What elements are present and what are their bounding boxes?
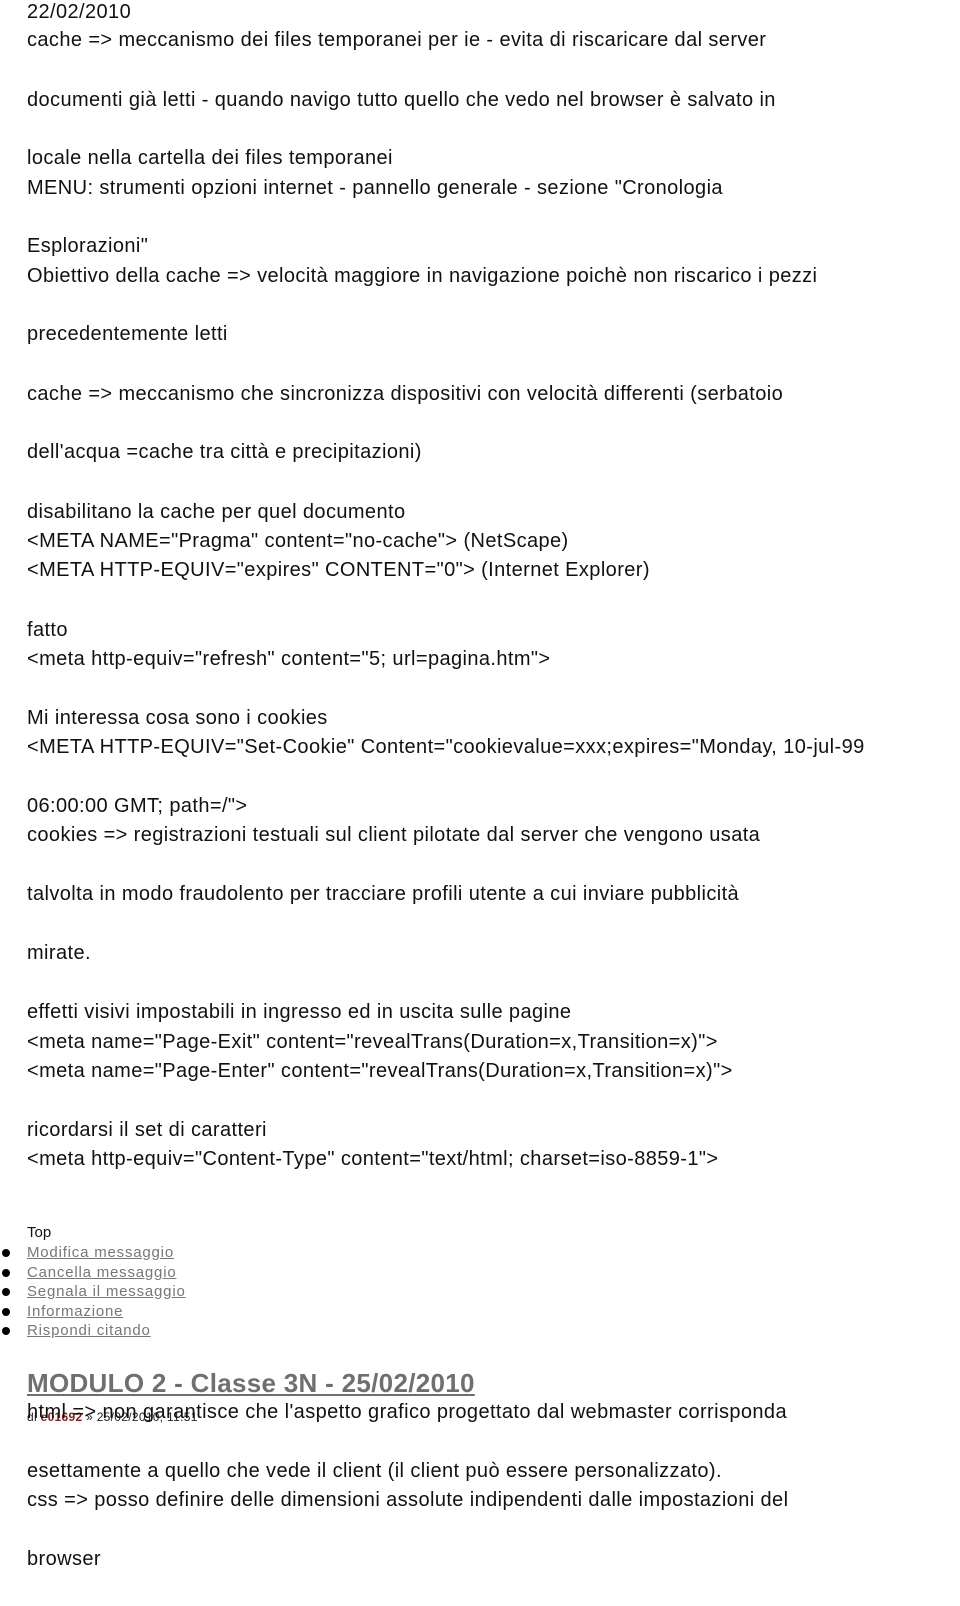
text-line: <meta http-equiv="Content-Type" content=… bbox=[27, 1148, 719, 1170]
text-line: documenti già letti - quando navigo tutt… bbox=[27, 89, 776, 111]
text-line: precedentemente letti bbox=[27, 323, 228, 345]
bullet-icon bbox=[2, 1307, 10, 1316]
top-link[interactable]: Top bbox=[27, 1224, 51, 1241]
text-line: esettamente a quello che vede il client … bbox=[27, 1460, 722, 1482]
text-line: Esplorazioni" bbox=[27, 235, 149, 257]
text-line: <META NAME="Pragma" content="no-cache"> … bbox=[27, 530, 569, 552]
action-item-info: Informazione bbox=[0, 1302, 186, 1322]
text-line: dell'acqua =cache tra città e precipitaz… bbox=[27, 441, 422, 463]
text-line: cache => meccanismo che sincronizza disp… bbox=[27, 383, 784, 405]
text-line: cookies => registrazioni testuali sul cl… bbox=[27, 824, 761, 846]
text-line: mirate. bbox=[27, 942, 91, 964]
text-line: 22/02/2010 bbox=[27, 1, 132, 23]
report-message-link[interactable]: Segnala il messaggio bbox=[27, 1283, 186, 1300]
delete-message-link[interactable]: Cancella messaggio bbox=[27, 1264, 176, 1281]
action-item-quote: Rispondi citando bbox=[0, 1321, 186, 1341]
reply-quote-link[interactable]: Rispondi citando bbox=[27, 1322, 151, 1339]
text-line: <meta name="Page-Exit" content="revealTr… bbox=[27, 1031, 718, 1053]
text-line: <meta http-equiv="refresh" content="5; u… bbox=[27, 648, 551, 670]
bullet-icon bbox=[2, 1288, 10, 1296]
text-line: effetti visivi impostabili in ingresso e… bbox=[27, 1001, 572, 1023]
text-line: ricordarsi il set di caratteri bbox=[27, 1119, 267, 1141]
text-line: disabilitano la cache per quel documento bbox=[27, 501, 406, 523]
text-line: <META HTTP-EQUIV="expires" CONTENT="0"> … bbox=[27, 559, 650, 581]
info-link[interactable]: Informazione bbox=[27, 1303, 123, 1320]
text-line: browser bbox=[27, 1548, 101, 1570]
text-line: <META HTTP-EQUIV="Set-Cookie" Content="c… bbox=[27, 736, 865, 758]
text-line: talvolta in modo fraudolento per traccia… bbox=[27, 883, 740, 905]
post-title-link[interactable]: MODULO 2 - Classe 3N - 25/02/2010 bbox=[27, 1368, 475, 1399]
text-line: css => posso definire delle dimensioni a… bbox=[27, 1489, 789, 1511]
text-line: cache => meccanismo dei files temporanei… bbox=[27, 29, 767, 51]
bullet-icon bbox=[2, 1249, 10, 1257]
text-line: Mi interessa cosa sono i cookies bbox=[27, 707, 328, 729]
action-item-report: Segnala il messaggio bbox=[0, 1282, 186, 1302]
bullet-icon bbox=[2, 1327, 10, 1335]
post-actions-list: Modifica messaggio Cancella messaggio Se… bbox=[0, 1243, 186, 1341]
text-line: locale nella cartella dei files temporan… bbox=[27, 147, 393, 169]
text-line: html => non garantisce che l'aspetto gra… bbox=[27, 1401, 787, 1423]
action-item-delete: Cancella messaggio bbox=[0, 1263, 186, 1283]
text-line: <meta name="Page-Enter" content="revealT… bbox=[27, 1060, 733, 1082]
text-line: 06:00:00 GMT; path=/"> bbox=[27, 795, 248, 817]
text-line: MENU: strumenti opzioni internet - panne… bbox=[27, 177, 723, 199]
action-item-edit: Modifica messaggio bbox=[0, 1243, 186, 1263]
edit-message-link[interactable]: Modifica messaggio bbox=[27, 1244, 174, 1261]
text-line: fatto bbox=[27, 619, 68, 641]
bullet-icon bbox=[2, 1268, 10, 1277]
text-line: Obiettivo della cache => velocità maggio… bbox=[27, 265, 818, 287]
